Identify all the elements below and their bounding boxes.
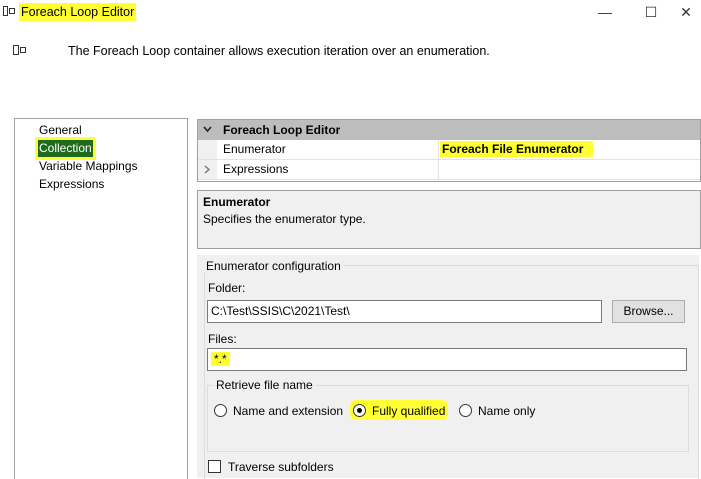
files-label: Files:	[208, 332, 237, 346]
minimize-button[interactable]: —	[582, 0, 628, 24]
property-grid: Foreach Loop Editor Enumerator Foreach F…	[197, 119, 701, 182]
config-panel: Enumerator configuration Folder: C:\Test…	[197, 255, 699, 479]
traverse-subfolders[interactable]: Traverse subfolders	[208, 459, 348, 475]
radio-unchecked-icon[interactable]	[459, 404, 472, 417]
nav-item-variable-mappings[interactable]: Variable Mappings	[38, 158, 139, 175]
description-text: Specifies the enumerator type.	[203, 212, 366, 226]
maximize-button[interactable]: ☐	[628, 0, 674, 24]
description-panel: Enumerator Specifies the enumerator type…	[197, 190, 701, 249]
chevron-right-icon[interactable]	[204, 165, 210, 174]
option-label: Fully qualified	[372, 404, 446, 418]
option-name-only[interactable]: Name only	[459, 403, 549, 419]
option-label: Name only	[478, 404, 536, 418]
foreach-loop-icon	[3, 6, 15, 16]
header	[0, 24, 701, 114]
grid-category-row[interactable]: Foreach Loop Editor	[198, 120, 700, 140]
header-description: The Foreach Loop container allows execut…	[68, 44, 490, 58]
browse-button[interactable]: Browse...	[612, 300, 685, 323]
folder-input[interactable]: C:\Test\SSIS\C\2021\Test\	[207, 300, 602, 323]
description-title: Enumerator	[203, 195, 271, 209]
nav-item-general[interactable]: General	[38, 122, 83, 139]
nav-item-expressions[interactable]: Expressions	[38, 176, 105, 193]
enumerator-config-title: Enumerator configuration	[203, 259, 344, 273]
traverse-subfolders-label: Traverse subfolders	[228, 460, 334, 474]
window-title: Foreach Loop Editor	[19, 3, 137, 21]
grid-row-enumerator[interactable]: Enumerator Foreach File Enumerator	[198, 140, 700, 160]
files-input[interactable]: *.*	[207, 348, 687, 371]
folder-label: Folder:	[208, 281, 246, 295]
title-bar: Foreach Loop Editor — ☐ ✕	[0, 0, 701, 24]
grid-row-value[interactable]: Foreach File Enumerator	[440, 141, 594, 157]
radio-unchecked-icon[interactable]	[214, 404, 227, 417]
chevron-down-icon[interactable]	[203, 126, 212, 133]
grid-row-name: Expressions	[223, 162, 289, 176]
grid-category-label: Foreach Loop Editor	[223, 123, 341, 137]
checkbox-unchecked-icon[interactable]	[208, 460, 221, 473]
radio-checked-icon[interactable]	[353, 404, 366, 417]
grid-row-expressions[interactable]: Expressions	[198, 160, 700, 180]
nav-item-collection[interactable]: Collection	[35, 137, 96, 160]
grid-row-name: Enumerator	[223, 142, 286, 156]
option-fully-qualified[interactable]: Fully qualified	[350, 400, 449, 420]
option-name-and-extension[interactable]: Name and extension	[214, 403, 349, 419]
files-value: *.*	[211, 352, 230, 366]
foreach-loop-icon	[13, 45, 26, 55]
retrieve-file-name-title: Retrieve file name	[213, 378, 316, 392]
close-button[interactable]: ✕	[671, 0, 701, 24]
option-label: Name and extension	[233, 404, 344, 418]
